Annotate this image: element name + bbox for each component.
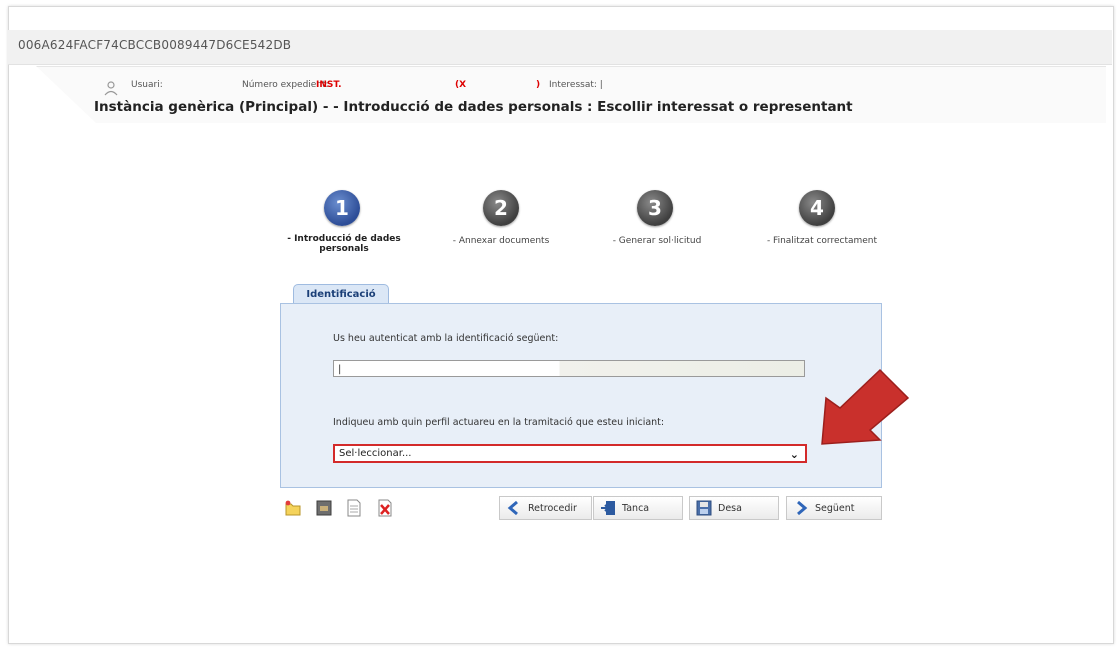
- close-button[interactable]: Tanca: [593, 496, 683, 520]
- auth-label: Us heu autenticat amb la identificació s…: [333, 333, 559, 344]
- step-2-icon: 2: [483, 190, 519, 226]
- new-folder-icon[interactable]: [284, 499, 302, 517]
- profile-select-value: Sel·leccionar...: [339, 448, 412, 459]
- expedient-paren-close: ): [536, 80, 541, 90]
- step-2-label: - Annexar documents: [452, 236, 550, 246]
- session-id: 006A624FACF74CBCCB0089447D6CE542DB: [18, 38, 292, 52]
- profile-select[interactable]: Sel·leccionar... ⌄: [333, 444, 807, 463]
- chevron-right-icon: [793, 500, 809, 516]
- interessat-label: Interessat: |: [549, 80, 603, 90]
- back-button[interactable]: Retrocedir: [499, 496, 592, 520]
- expedient-paren-open: (X: [455, 80, 467, 90]
- exit-icon: [600, 500, 616, 516]
- tab-identificacio[interactable]: Identificació: [293, 284, 389, 305]
- identification-field: |: [333, 360, 805, 377]
- chevron-left-icon: [506, 500, 522, 516]
- page-title: Instància genèrica (Principal) - - Intro…: [94, 99, 853, 115]
- delete-document-icon[interactable]: [376, 499, 394, 517]
- document-icon[interactable]: [345, 499, 363, 517]
- archive-icon[interactable]: [315, 499, 333, 517]
- save-button[interactable]: Desa: [689, 496, 779, 520]
- step-3-label: - Generar sol·licitud: [612, 236, 702, 246]
- next-button[interactable]: Següent: [786, 496, 882, 520]
- floppy-disk-icon: [696, 500, 712, 516]
- step-4-icon: 4: [799, 190, 835, 226]
- expedient-value: INST.: [316, 80, 342, 90]
- user-icon: [103, 80, 119, 96]
- step-4-label: - Finalitzat correctament: [766, 236, 878, 246]
- chevron-down-icon: ⌄: [789, 448, 799, 461]
- step-3-icon: 3: [637, 190, 673, 226]
- step-1-label: - Introducció de dades personals: [287, 234, 401, 254]
- profile-label: Indiqueu amb quin perfil actuareu en la …: [333, 417, 665, 428]
- highlight-arrow-icon: [821, 368, 910, 445]
- user-label: Usuari:: [131, 80, 163, 90]
- step-1-icon: 1: [324, 190, 360, 226]
